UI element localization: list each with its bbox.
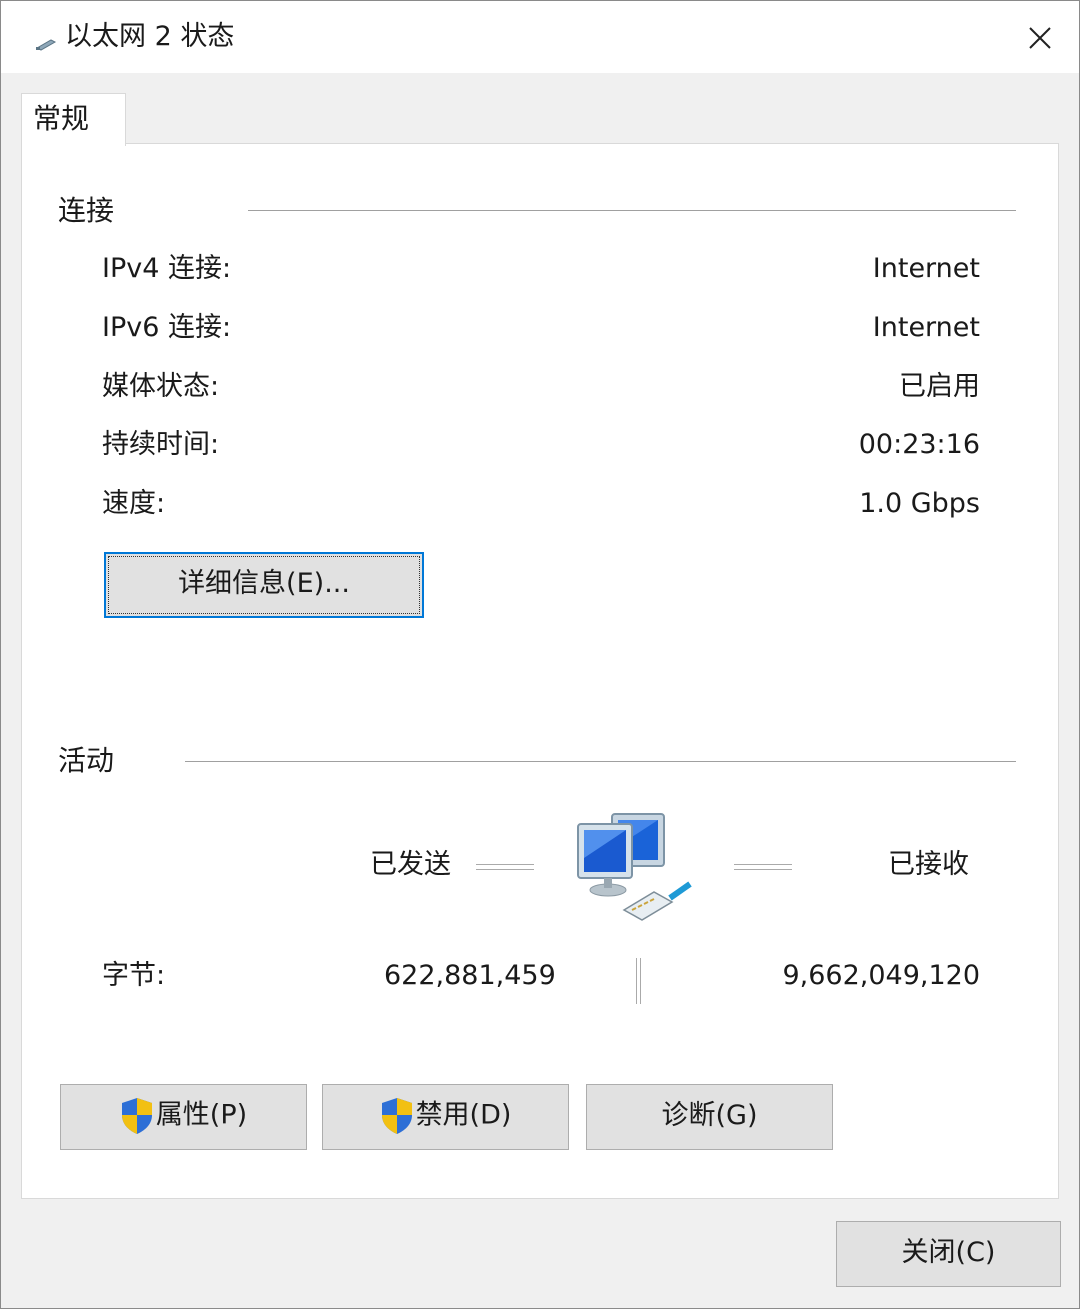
bytes-divider <box>636 958 641 1004</box>
properties-button[interactable]: 属性(P) <box>60 1084 307 1150</box>
diagnose-button[interactable]: 诊断(G) <box>586 1084 833 1150</box>
disable-button-label: 禁用(D) <box>415 1099 512 1131</box>
activity-section-title: 活动 <box>58 744 115 777</box>
ipv4-value: Internet <box>872 253 980 284</box>
title-bar[interactable]: 以太网 2 状态 <box>1 1 1079 73</box>
close-icon <box>1029 27 1051 49</box>
network-computers-icon <box>577 813 692 921</box>
ethernet-cable-icon <box>35 39 57 51</box>
ipv6-label: IPv6 连接: <box>102 312 232 343</box>
close-button-label: 关闭(C) <box>901 1237 996 1268</box>
tab-general[interactable]: 常规 <box>21 93 126 146</box>
close-button[interactable]: 关闭(C) <box>836 1221 1061 1287</box>
diagnose-button-label: 诊断(G) <box>661 1100 758 1131</box>
properties-button-label: 属性(P) <box>155 1099 248 1131</box>
disable-button[interactable]: 禁用(D) <box>322 1084 569 1150</box>
close-window-button[interactable] <box>1005 11 1075 65</box>
media-state-label: 媒体状态: <box>102 371 220 402</box>
sent-label: 已发送 <box>370 849 451 880</box>
ipv4-label: IPv4 连接: <box>102 253 232 284</box>
received-line <box>734 864 792 870</box>
tab-general-label: 常规 <box>33 102 90 135</box>
activity-separator <box>185 761 1016 762</box>
uac-shield-icon <box>121 1098 152 1134</box>
connection-section-title: 连接 <box>58 194 115 227</box>
details-button[interactable]: 详细信息(E)... <box>104 552 424 618</box>
connection-separator <box>248 210 1016 211</box>
uac-shield-icon <box>381 1098 412 1134</box>
bytes-received-value: 9,662,049,120 <box>782 960 980 991</box>
bytes-sent-value: 622,881,459 <box>384 960 556 991</box>
window-title: 以太网 2 状态 <box>65 21 235 52</box>
ipv6-value: Internet <box>872 312 980 343</box>
sent-line <box>476 864 534 870</box>
speed-label: 速度: <box>102 488 166 519</box>
details-button-label: 详细信息(E)... <box>178 568 350 599</box>
duration-value: 00:23:16 <box>858 429 980 460</box>
media-state-value: 已启用 <box>899 371 980 402</box>
bytes-label: 字节: <box>102 960 166 991</box>
received-label: 已接收 <box>888 849 969 880</box>
speed-value: 1.0 Gbps <box>859 488 980 519</box>
duration-label: 持续时间: <box>102 429 220 460</box>
general-panel: 连接 IPv4 连接: Internet IPv6 连接: Internet 媒… <box>21 143 1059 1199</box>
status-dialog: 以太网 2 状态 常规 连接 IPv4 连接: Internet IPv6 连接… <box>0 0 1080 1309</box>
